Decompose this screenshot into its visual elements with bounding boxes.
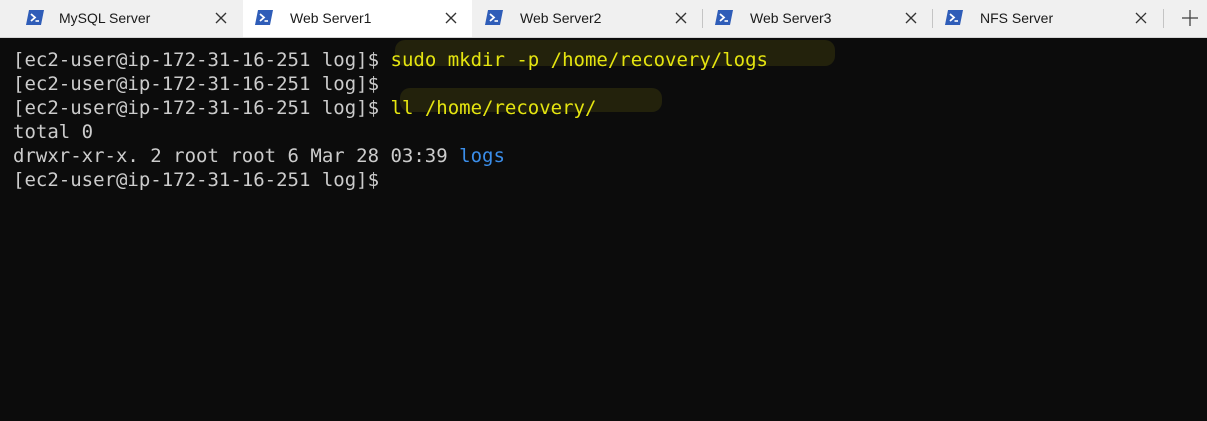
tab-label: Web Server1 xyxy=(290,10,372,26)
tab-web-server1[interactable]: Web Server1 xyxy=(243,0,472,37)
tab-label: Web Server2 xyxy=(520,10,602,26)
tab-label: Web Server3 xyxy=(750,10,832,26)
powershell-icon xyxy=(715,10,733,25)
powershell-icon xyxy=(26,10,44,25)
terminal-line: [ec2-user@ip-172-31-16-251 log]$ sudo mk… xyxy=(13,48,768,72)
output-text: total 0 xyxy=(13,121,94,143)
command: ll /home/recovery/ xyxy=(390,97,597,119)
terminal-line: [ec2-user@ip-172-31-16-251 log]$ xyxy=(13,72,379,96)
close-icon[interactable] xyxy=(903,10,919,26)
powershell-icon xyxy=(485,10,503,25)
close-icon[interactable] xyxy=(1133,10,1149,26)
tab-web-server3[interactable]: Web Server3 xyxy=(703,0,932,37)
terminal-line: total 0 xyxy=(13,120,93,144)
close-icon[interactable] xyxy=(673,10,689,26)
tab-web-server2[interactable]: Web Server2 xyxy=(473,0,702,37)
powershell-icon xyxy=(255,10,273,25)
powershell-icon xyxy=(945,10,963,25)
prompt: [ec2-user@ip-172-31-16-251 log]$ xyxy=(13,49,391,71)
command: sudo mkdir -p /home/recovery/logs xyxy=(390,49,769,71)
prompt: [ec2-user@ip-172-31-16-251 log]$ xyxy=(13,73,380,95)
plus-icon[interactable] xyxy=(1176,4,1204,32)
close-icon[interactable] xyxy=(443,10,459,26)
directory-name: logs xyxy=(459,145,505,167)
terminal-output[interactable]: [ec2-user@ip-172-31-16-251 log]$ sudo mk… xyxy=(0,38,1207,421)
prompt: [ec2-user@ip-172-31-16-251 log]$ xyxy=(13,169,380,191)
terminal-line: [ec2-user@ip-172-31-16-251 log]$ xyxy=(13,168,379,192)
tab-separator xyxy=(1163,9,1164,28)
terminal-line: [ec2-user@ip-172-31-16-251 log]$ ll /hom… xyxy=(13,96,596,120)
tab-label: NFS Server xyxy=(980,10,1054,26)
tab-mysql-server[interactable]: MySQL Server xyxy=(12,0,241,37)
tab-bar: MySQL Server Web Server1 Web Server2 Web… xyxy=(0,0,1207,38)
tab-label: MySQL Server xyxy=(59,10,151,26)
prompt: [ec2-user@ip-172-31-16-251 log]$ xyxy=(13,97,391,119)
tab-nfs-server[interactable]: NFS Server xyxy=(933,0,1162,37)
close-icon[interactable] xyxy=(213,10,229,26)
terminal-line: drwxr-xr-x. 2 root root 6 Mar 28 03:39 l… xyxy=(13,144,505,168)
output-text: drwxr-xr-x. 2 root root 6 Mar 28 03:39 xyxy=(13,145,460,167)
